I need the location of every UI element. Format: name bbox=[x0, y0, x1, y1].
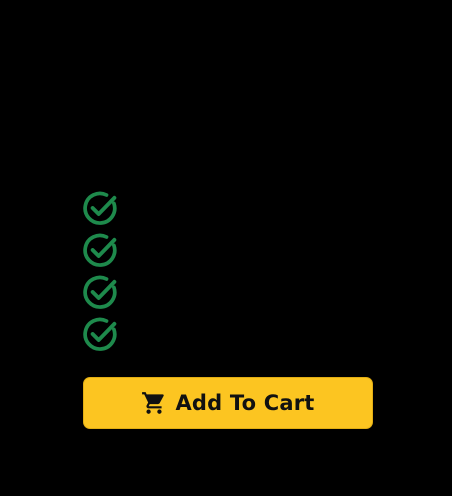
product-panel: Add To Cart bbox=[0, 0, 452, 496]
checklist-item bbox=[82, 274, 142, 316]
feature-checklist bbox=[82, 190, 142, 358]
checklist-item bbox=[82, 190, 142, 232]
check-circle-icon bbox=[83, 317, 117, 351]
shopping-cart-icon bbox=[142, 392, 165, 414]
check-circle-icon bbox=[83, 275, 117, 309]
add-to-cart-button[interactable]: Add To Cart bbox=[83, 377, 373, 429]
add-to-cart-label: Add To Cart bbox=[175, 391, 315, 415]
check-circle-icon bbox=[83, 233, 117, 267]
checklist-item bbox=[82, 232, 142, 274]
check-circle-icon bbox=[83, 191, 117, 225]
checklist-item bbox=[82, 316, 142, 358]
